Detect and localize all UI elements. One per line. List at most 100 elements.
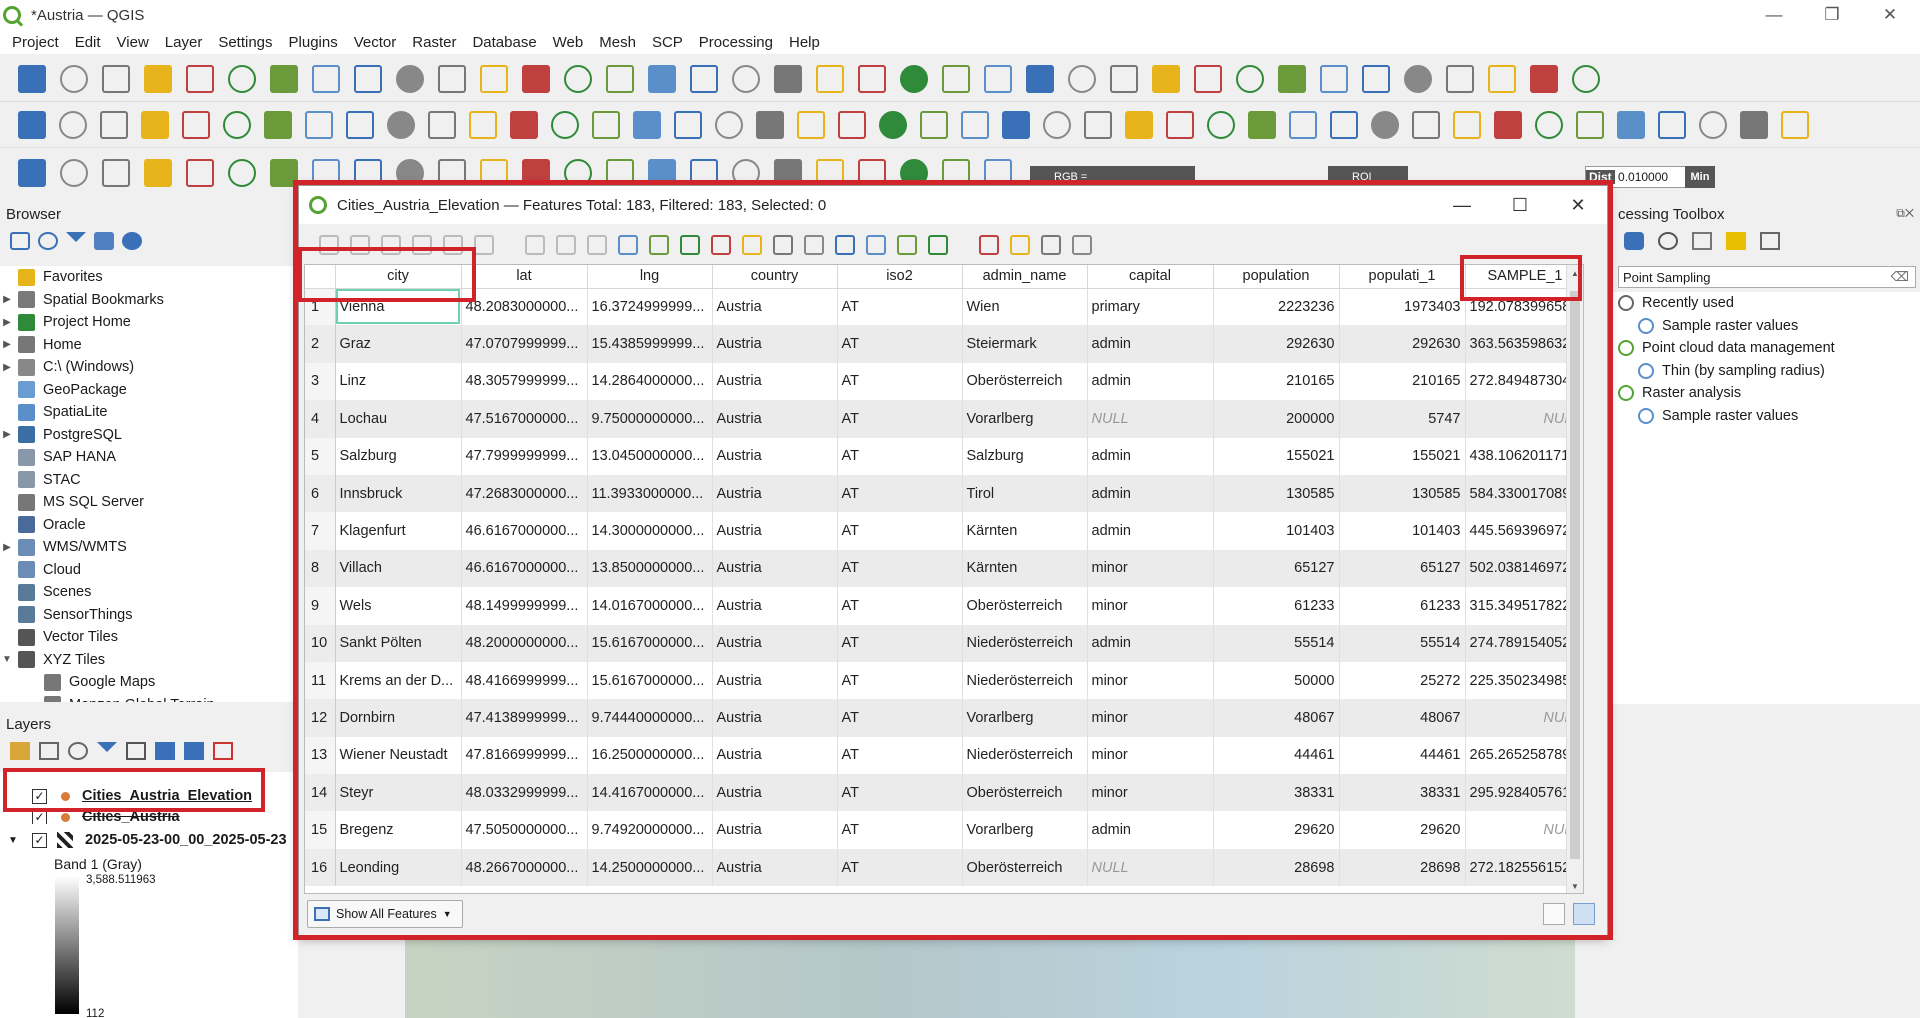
panel-float-close-icon[interactable]: ⧉✕ xyxy=(1896,206,1914,221)
visibility-icon[interactable] xyxy=(68,742,88,760)
search-icon[interactable] xyxy=(1043,111,1071,139)
python-icon[interactable] xyxy=(1624,232,1644,250)
minimize-icon[interactable]: — xyxy=(1745,0,1803,30)
search-icon[interactable] xyxy=(1617,111,1645,139)
tips-icon[interactable] xyxy=(1572,65,1600,93)
layout-icon[interactable] xyxy=(984,65,1012,93)
expand-arrow-icon[interactable]: ▶ xyxy=(0,294,14,305)
pan-icon[interactable] xyxy=(270,65,298,93)
add-layer-icon[interactable] xyxy=(1740,111,1768,139)
help-icon[interactable] xyxy=(838,111,866,139)
save-icon[interactable] xyxy=(900,65,928,93)
add-layer-icon[interactable] xyxy=(305,111,333,139)
menu-settings[interactable]: Settings xyxy=(210,34,280,51)
layer-row-raster[interactable]: ▼ ✓ 2025-05-23-00_00_2025-05-23 xyxy=(8,832,287,848)
filter-icon[interactable] xyxy=(66,232,86,250)
processing-item[interactable]: Recently used xyxy=(1610,292,1920,315)
add-layer-icon[interactable] xyxy=(592,111,620,139)
label-icon[interactable] xyxy=(1535,111,1563,139)
add-selected-icon[interactable] xyxy=(10,232,30,250)
label-icon[interactable] xyxy=(1248,111,1276,139)
label-icon[interactable] xyxy=(100,111,128,139)
label-icon[interactable] xyxy=(674,111,702,139)
info-icon[interactable] xyxy=(122,232,142,250)
help-icon[interactable] xyxy=(1699,111,1727,139)
help-icon[interactable] xyxy=(551,111,579,139)
expand-arrow-icon[interactable]: ▶ xyxy=(0,542,14,553)
tools-icon[interactable] xyxy=(1371,111,1399,139)
menu-scp[interactable]: SCP xyxy=(644,34,691,51)
refresh-icon[interactable] xyxy=(1278,65,1306,93)
history-icon[interactable] xyxy=(1658,232,1678,250)
layer-row-cities-austria[interactable]: ✓ Cities_Austria xyxy=(32,810,180,824)
menu-web[interactable]: Web xyxy=(545,34,592,51)
zoom-full-icon[interactable] xyxy=(396,65,424,93)
print-icon[interactable] xyxy=(144,65,172,93)
tools-icon[interactable] xyxy=(223,111,251,139)
digitize-icon[interactable] xyxy=(1207,111,1235,139)
help-icon[interactable] xyxy=(1125,111,1153,139)
pan-icon[interactable] xyxy=(1068,65,1096,93)
menu-plugins[interactable]: Plugins xyxy=(281,34,346,51)
maximize-icon[interactable]: ❐ xyxy=(1803,0,1861,30)
edit-features-icon[interactable] xyxy=(1726,232,1746,250)
open-project-icon[interactable] xyxy=(60,65,88,93)
new-project-icon[interactable] xyxy=(816,65,844,93)
style-icon[interactable] xyxy=(10,742,30,760)
menu-raster[interactable]: Raster xyxy=(404,34,464,51)
menu-layer[interactable]: Layer xyxy=(157,34,211,51)
results-icon[interactable] xyxy=(1692,232,1712,250)
table-icon[interactable] xyxy=(1488,65,1516,93)
print-icon[interactable] xyxy=(942,65,970,93)
zoom-in-icon[interactable] xyxy=(312,65,340,93)
browser-item[interactable]: STAC xyxy=(0,469,298,492)
browser-item[interactable]: SpatiaLite xyxy=(0,401,298,424)
browser-item[interactable]: Cloud xyxy=(0,559,298,582)
expression-filter-icon[interactable] xyxy=(126,742,146,760)
select-icon[interactable] xyxy=(18,159,46,187)
python-icon[interactable] xyxy=(715,111,743,139)
zoom-out-icon[interactable] xyxy=(354,65,382,93)
browser-item[interactable]: Oracle xyxy=(0,514,298,537)
expand-arrow-icon[interactable]: ▶ xyxy=(0,429,14,440)
menu-project[interactable]: Project xyxy=(4,34,67,51)
refresh-icon[interactable] xyxy=(480,65,508,93)
expand-arrow-icon[interactable]: ▼ xyxy=(0,654,14,665)
settings-icon[interactable] xyxy=(1404,65,1432,93)
browser-item[interactable]: Favorites xyxy=(0,266,298,289)
processing-item[interactable]: Sample raster values xyxy=(1610,315,1920,338)
python-icon[interactable] xyxy=(141,111,169,139)
layer-checkbox[interactable]: ✓ xyxy=(32,810,47,824)
python-icon[interactable] xyxy=(1289,111,1317,139)
add-layer-icon[interactable] xyxy=(18,111,46,139)
expand-arrow-icon[interactable]: ▶ xyxy=(0,317,14,328)
filter-legend-icon[interactable] xyxy=(97,742,117,760)
table-icon[interactable] xyxy=(690,65,718,93)
menu-processing[interactable]: Processing xyxy=(691,34,781,51)
processing-item[interactable]: Thin (by sampling radius) xyxy=(1610,360,1920,383)
close-icon[interactable]: ✕ xyxy=(1861,0,1919,30)
browser-item[interactable]: GeoPackage xyxy=(0,379,298,402)
tips-icon[interactable] xyxy=(774,65,802,93)
digitize-icon[interactable] xyxy=(633,111,661,139)
processing-item[interactable]: Sample raster values xyxy=(1610,405,1920,428)
browser-item[interactable]: SAP HANA xyxy=(0,446,298,469)
tools-icon[interactable] xyxy=(1084,111,1112,139)
browser-item[interactable]: ▼ XYZ Tiles xyxy=(0,649,298,672)
sum-icon[interactable] xyxy=(1446,65,1474,93)
menu-mesh[interactable]: Mesh xyxy=(591,34,644,51)
tools-icon[interactable] xyxy=(1658,111,1686,139)
label-icon[interactable] xyxy=(961,111,989,139)
expand-all-icon[interactable] xyxy=(155,742,175,760)
collapse-arrow-icon[interactable]: ▼ xyxy=(8,835,22,846)
min-button[interactable]: Min xyxy=(1685,166,1715,188)
measure-icon[interactable] xyxy=(1530,65,1558,93)
menu-view[interactable]: View xyxy=(109,34,157,51)
help-icon[interactable] xyxy=(1412,111,1440,139)
digitize-icon[interactable] xyxy=(1781,111,1809,139)
processing-item[interactable]: Raster analysis xyxy=(1610,382,1920,405)
deselect-icon[interactable] xyxy=(60,159,88,187)
identify-icon[interactable] xyxy=(1320,65,1348,93)
search-icon[interactable] xyxy=(1330,111,1358,139)
add-layer-icon[interactable] xyxy=(1453,111,1481,139)
